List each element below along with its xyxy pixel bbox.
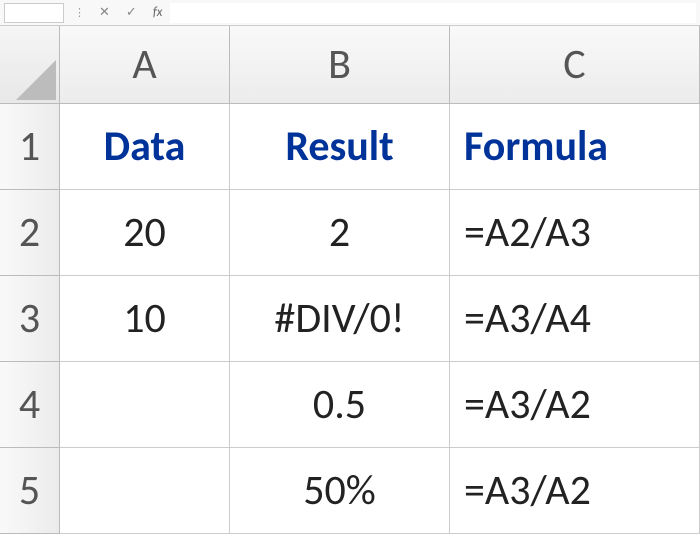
enter-icon[interactable]: ✓ — [126, 5, 137, 20]
table-row: 10 #DIV/0! =A3/A4 — [60, 276, 700, 362]
table-row: 0.5 =A3/A2 — [60, 362, 700, 448]
cells-area: Data Result Formula 20 2 =A2/A3 10 #DIV/… — [60, 104, 700, 534]
cell-a1[interactable]: Data — [60, 104, 230, 190]
column-headers: A B C — [60, 26, 700, 104]
table-row: 20 2 =A2/A3 — [60, 190, 700, 276]
column-header-b[interactable]: B — [230, 26, 450, 104]
formula-bar: ⋮ ✕ ✓ fx — [0, 0, 700, 26]
cell-c1[interactable]: Formula — [450, 104, 700, 190]
cell-a2[interactable]: 20 — [60, 190, 230, 276]
fx-icon[interactable]: fx — [153, 5, 163, 20]
row-header-3[interactable]: 3 — [0, 276, 60, 362]
cell-c4[interactable]: =A3/A2 — [450, 362, 700, 448]
row-header-5[interactable]: 5 — [0, 448, 60, 534]
formula-input[interactable] — [170, 3, 696, 23]
separator: ⋮ — [74, 6, 85, 19]
cell-a4[interactable] — [60, 362, 230, 448]
cancel-icon[interactable]: ✕ — [99, 5, 110, 20]
cell-b2[interactable]: 2 — [230, 190, 450, 276]
cell-c3[interactable]: =A3/A4 — [450, 276, 700, 362]
cell-b4[interactable]: 0.5 — [230, 362, 450, 448]
select-all-corner[interactable] — [0, 26, 60, 104]
cell-c2[interactable]: =A2/A3 — [450, 190, 700, 276]
row-header-1[interactable]: 1 — [0, 104, 60, 190]
row-header-2[interactable]: 2 — [0, 190, 60, 276]
cell-b1[interactable]: Result — [230, 104, 450, 190]
cell-b5[interactable]: 50% — [230, 448, 450, 534]
table-row: 50% =A3/A2 — [60, 448, 700, 534]
row-headers: 1 2 3 4 5 — [0, 104, 60, 534]
table-row: Data Result Formula — [60, 104, 700, 190]
column-header-c[interactable]: C — [450, 26, 700, 104]
name-box[interactable] — [4, 3, 64, 23]
row-header-4[interactable]: 4 — [0, 362, 60, 448]
cell-b3[interactable]: #DIV/0! — [230, 276, 450, 362]
cell-c5[interactable]: =A3/A2 — [450, 448, 700, 534]
cell-a5[interactable] — [60, 448, 230, 534]
cell-a3[interactable]: 10 — [60, 276, 230, 362]
column-header-a[interactable]: A — [60, 26, 230, 104]
